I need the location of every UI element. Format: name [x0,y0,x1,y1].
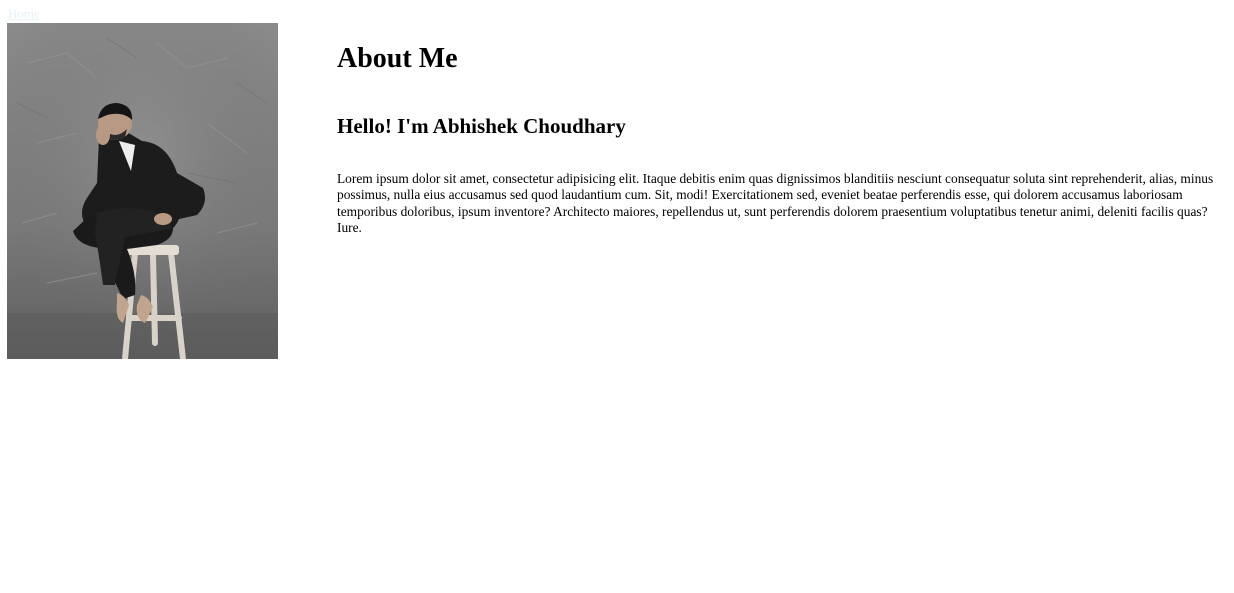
greeting-heading: Hello! I'm Abhishek Choudhary [337,114,626,138]
home-link[interactable]: Home [8,6,40,22]
bio-paragraph: Lorem ipsum dolor sit amet, consectetur … [337,171,1214,235]
profile-photo [7,23,278,359]
page-title: About Me [337,43,458,74]
